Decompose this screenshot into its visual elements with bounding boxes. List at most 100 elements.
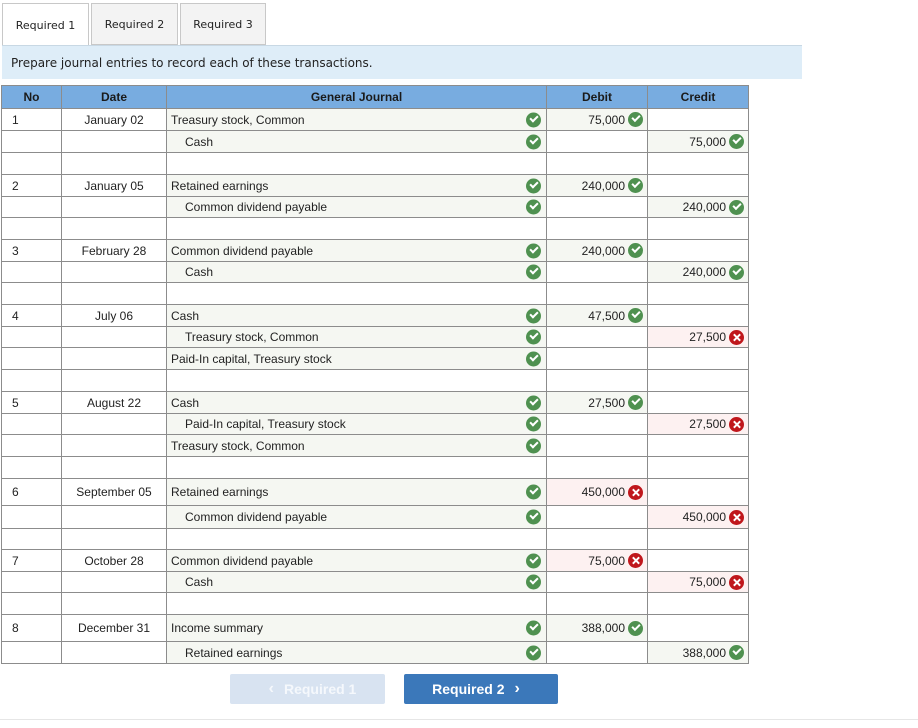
account-cell[interactable]: Retained earnings: [166, 641, 547, 664]
account-name: Treasury stock, Common: [171, 112, 305, 127]
credit-cell[interactable]: 75,000: [647, 571, 749, 593]
debit-cell[interactable]: [546, 571, 648, 593]
credit-cell[interactable]: [647, 528, 749, 550]
debit-cell[interactable]: [546, 326, 648, 348]
date-cell: July 06: [61, 304, 167, 327]
account-cell[interactable]: [166, 282, 547, 305]
credit-cell[interactable]: [647, 434, 749, 457]
debit-cell[interactable]: 47,500: [546, 304, 648, 327]
tab-required-1[interactable]: Required 1: [2, 3, 89, 46]
date-cell: [61, 413, 167, 435]
debit-cell[interactable]: [546, 217, 648, 240]
credit-cell[interactable]: 450,000: [647, 505, 749, 529]
account-cell[interactable]: [166, 369, 547, 392]
entry-number-cell: [1, 641, 62, 664]
table-row: 5 August 22 Cash 27,500: [1, 391, 749, 414]
account-cell[interactable]: Cash: [166, 261, 547, 283]
debit-cell[interactable]: [546, 505, 648, 529]
account-cell[interactable]: Cash: [166, 571, 547, 593]
credit-cell[interactable]: 27,500: [647, 413, 749, 435]
x-icon: [628, 484, 643, 500]
account-cell[interactable]: [166, 528, 547, 550]
debit-cell[interactable]: 240,000: [546, 174, 648, 197]
account-cell[interactable]: [166, 152, 547, 175]
header-general-journal: General Journal: [166, 85, 547, 109]
account-cell[interactable]: Cash: [166, 304, 547, 327]
debit-cell[interactable]: [546, 196, 648, 218]
credit-cell[interactable]: [647, 152, 749, 175]
account-cell[interactable]: Common dividend payable: [166, 196, 547, 218]
credit-cell[interactable]: [647, 456, 749, 479]
account-cell[interactable]: Cash: [166, 391, 547, 414]
debit-cell[interactable]: [546, 347, 648, 370]
credit-cell[interactable]: [647, 239, 749, 262]
credit-cell[interactable]: [647, 217, 749, 240]
check-icon: [526, 329, 541, 345]
date-cell: January 05: [61, 174, 167, 197]
account-cell[interactable]: Cash: [166, 130, 547, 153]
account-cell[interactable]: Retained earnings: [166, 174, 547, 197]
debit-cell[interactable]: 450,000: [546, 478, 648, 506]
account-cell[interactable]: Income summary: [166, 614, 547, 642]
entry-number-cell: [1, 456, 62, 479]
date-cell: [61, 217, 167, 240]
debit-cell[interactable]: [546, 641, 648, 664]
account-cell[interactable]: Common dividend payable: [166, 549, 547, 572]
table-row: Paid-In capital, Treasury stock 27,500: [1, 413, 749, 435]
account-cell[interactable]: Treasury stock, Common: [166, 434, 547, 457]
debit-cell[interactable]: 240,000: [546, 239, 648, 262]
debit-cell[interactable]: 75,000: [546, 549, 648, 572]
debit-cell[interactable]: 27,500: [546, 391, 648, 414]
debit-cell[interactable]: [546, 261, 648, 283]
credit-cell[interactable]: [647, 282, 749, 305]
debit-cell[interactable]: [546, 456, 648, 479]
debit-cell[interactable]: 75,000: [546, 108, 648, 131]
debit-cell[interactable]: [546, 528, 648, 550]
header-no: No: [1, 85, 62, 109]
credit-cell[interactable]: [647, 369, 749, 392]
credit-cell[interactable]: 240,000: [647, 196, 749, 218]
date-cell: [61, 347, 167, 370]
account-cell[interactable]: Treasury stock, Common: [166, 326, 547, 348]
account-cell[interactable]: Retained earnings: [166, 478, 547, 506]
x-icon: [729, 416, 744, 432]
credit-cell[interactable]: [647, 549, 749, 572]
credit-cell[interactable]: [647, 592, 749, 615]
credit-cell[interactable]: [647, 174, 749, 197]
date-cell: [61, 196, 167, 218]
check-icon: [628, 395, 643, 411]
account-cell[interactable]: Common dividend payable: [166, 239, 547, 262]
account-cell[interactable]: Paid-In capital, Treasury stock: [166, 413, 547, 435]
credit-cell[interactable]: [647, 347, 749, 370]
account-cell[interactable]: Treasury stock, Common: [166, 108, 547, 131]
account-cell[interactable]: [166, 456, 547, 479]
account-cell[interactable]: Paid-In capital, Treasury stock: [166, 347, 547, 370]
check-icon: [526, 112, 541, 127]
debit-cell[interactable]: [546, 592, 648, 615]
credit-cell[interactable]: [647, 478, 749, 506]
tab-required-3[interactable]: Required 3: [180, 3, 266, 45]
tab-required-2[interactable]: Required 2: [91, 3, 178, 45]
credit-cell[interactable]: [647, 304, 749, 327]
account-cell[interactable]: [166, 217, 547, 240]
account-cell[interactable]: Common dividend payable: [166, 505, 547, 529]
debit-cell[interactable]: [546, 434, 648, 457]
debit-cell[interactable]: [546, 152, 648, 175]
debit-cell[interactable]: [546, 369, 648, 392]
credit-cell[interactable]: [647, 391, 749, 414]
debit-cell[interactable]: [546, 282, 648, 305]
credit-cell[interactable]: 27,500: [647, 326, 749, 348]
debit-cell[interactable]: 388,000: [546, 614, 648, 642]
date-cell: [61, 456, 167, 479]
credit-cell[interactable]: 240,000: [647, 261, 749, 283]
next-required-2-button[interactable]: Required 2 ›: [404, 674, 558, 704]
credit-cell[interactable]: 388,000: [647, 641, 749, 664]
prev-required-1-button[interactable]: ‹ Required 1: [230, 674, 385, 704]
credit-cell[interactable]: 75,000: [647, 130, 749, 153]
account-cell[interactable]: [166, 592, 547, 615]
credit-cell[interactable]: [647, 108, 749, 131]
credit-cell[interactable]: [647, 614, 749, 642]
debit-cell[interactable]: [546, 413, 648, 435]
debit-cell[interactable]: [546, 130, 648, 153]
entry-number-cell: [1, 505, 62, 529]
